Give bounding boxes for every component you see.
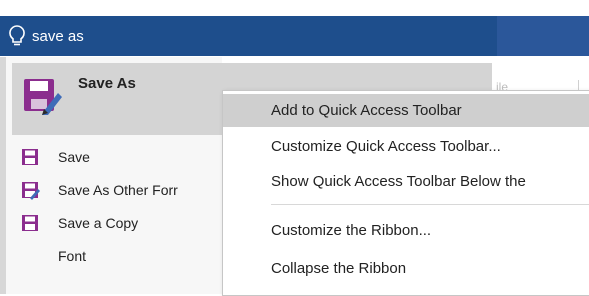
menu-item-show-quick-access-toolbar-below[interactable]: Show Quick Access Toolbar Below the <box>223 165 589 198</box>
result-item-font[interactable]: Font <box>12 240 228 272</box>
menu-item-label: Show Quick Access Toolbar Below the <box>271 173 526 190</box>
result-item-label: Save a Copy <box>58 215 139 231</box>
menu-item-label: Add to Quick Access Toolbar <box>271 102 462 119</box>
search-results-panel: Save As Save Save As Other Forr Save a C… <box>0 57 492 294</box>
menu-item-label: Customize Quick Access Toolbar... <box>271 138 501 155</box>
result-item-save-as-other-formats[interactable]: Save As Other Forr <box>12 174 228 206</box>
menu-item-customize-the-ribbon[interactable]: Customize the Ribbon... <box>223 214 589 247</box>
context-menu: Add to Quick Access Toolbar Customize Qu… <box>222 90 589 296</box>
tell-me-search-bar[interactable]: save as <box>0 16 497 56</box>
save-as-icon <box>24 79 62 115</box>
top-result-title: Save As <box>78 75 136 92</box>
result-item-label: Font <box>58 248 87 264</box>
result-item-label: Save <box>58 149 90 165</box>
result-item-save-a-copy[interactable]: Save a Copy <box>12 207 228 239</box>
menu-item-add-to-quick-access-toolbar[interactable]: Add to Quick Access Toolbar <box>223 94 589 127</box>
menu-item-collapse-the-ribbon[interactable]: Collapse the Ribbon <box>223 252 589 285</box>
menu-item-customize-quick-access-toolbar[interactable]: Customize Quick Access Toolbar... <box>223 130 589 163</box>
save-copy-icon <box>22 215 38 231</box>
lightbulb-icon <box>9 25 25 46</box>
search-query-text[interactable]: save as <box>32 28 84 45</box>
result-item-label: Save As Other Forr <box>58 182 178 198</box>
save-as-other-icon <box>22 182 40 200</box>
save-icon <box>22 149 38 165</box>
result-item-save[interactable]: Save <box>12 141 228 173</box>
menu-item-label: Customize the Ribbon... <box>271 222 432 239</box>
ribbon-header-strip <box>497 16 589 56</box>
menu-item-label: Collapse the Ribbon <box>271 260 407 277</box>
menu-separator <box>271 204 589 205</box>
